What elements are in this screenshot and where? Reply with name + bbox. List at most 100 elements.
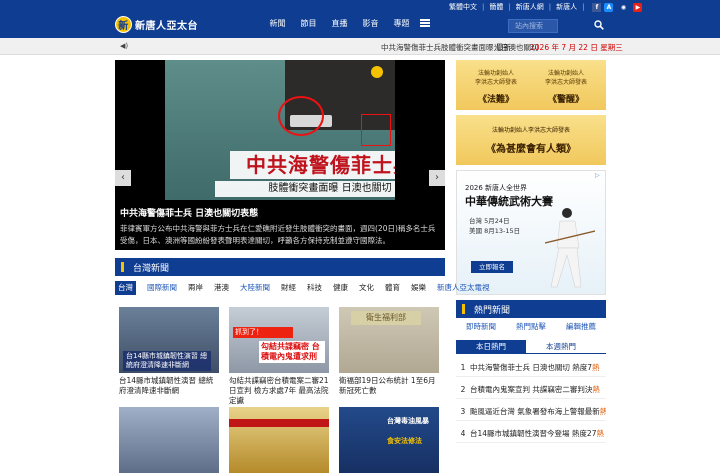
ranked-news-item[interactable]: 4 台14縣市城鎮韌性演習今登場 熱度27熱 bbox=[456, 425, 606, 443]
tab-ntd-asia-pacific[interactable]: 新唐人亞太電視 bbox=[437, 281, 490, 295]
ranked-news-item[interactable]: 3 颱風逼近台灣 氣象署發布海上警報最新熱 bbox=[456, 403, 606, 421]
slide-sub-headline: 肢體衝突畫面曝 日澳也關切 bbox=[215, 181, 395, 197]
tab-week-hot[interactable]: 本週熱門 bbox=[526, 340, 596, 354]
section-marker bbox=[462, 304, 465, 314]
adchoices-icon[interactable]: ▷ bbox=[595, 172, 600, 179]
ad3-line4: 美國 8月13-15日 bbox=[469, 227, 521, 235]
hot-news-subnav: 即時新聞 熱門點擊 編輯推薦 bbox=[456, 321, 606, 332]
tab-entertainment[interactable]: 娛樂 bbox=[411, 281, 426, 295]
tab-international[interactable]: 國際新聞 bbox=[147, 281, 177, 295]
news-card[interactable] bbox=[119, 407, 219, 473]
nav-item-programs[interactable]: 節目 bbox=[293, 18, 324, 29]
rank-title[interactable]: 中共海警傷菲士兵 日澳也關切 熱度7熱 bbox=[470, 362, 600, 373]
section-marker bbox=[121, 262, 124, 272]
hot-sub-link-2[interactable]: 熱門點擊 bbox=[516, 321, 546, 332]
ad1-title-left: 《法難》 bbox=[477, 95, 514, 105]
topbar-link-4[interactable]: 新唐人 bbox=[556, 2, 577, 12]
hot-badge: 熱 bbox=[596, 429, 604, 438]
news-thumbnail[interactable]: 台14縣市城鎮韌性演習 總統府澄清降速非斷網 bbox=[119, 307, 219, 373]
headline-slider[interactable]: 中共海警傷菲士兵 肢體衝突畫面曝 日澳也關切 ‹ › 中共海警傷菲士兵 日澳也關… bbox=[115, 60, 445, 250]
register-button[interactable]: 立即報名 bbox=[471, 261, 513, 273]
rank-title[interactable]: 台14縣市城鎮韌性演習今登場 熱度27熱 bbox=[470, 428, 604, 439]
news-thumbnail[interactable]: 抓到了！ 勾結共諜竊密 台積電內鬼遭求刑 bbox=[229, 307, 329, 373]
ad3-line3: 台灣 5月24日 bbox=[469, 217, 510, 225]
main-nav: 新聞 節目 直播 影音 專題 bbox=[262, 18, 417, 29]
news-caption[interactable]: 台14縣市城鎮韌性演習 總統府澄清降速非斷網 bbox=[119, 376, 219, 396]
topbar-link-1[interactable]: 繁體中文 bbox=[449, 2, 477, 12]
search-icon[interactable] bbox=[594, 20, 604, 30]
next-slide-button[interactable]: › bbox=[429, 170, 445, 186]
tab-sports[interactable]: 體育 bbox=[385, 281, 400, 295]
news-caption[interactable]: 衛福部19日公布統計 1至6月新冠死亡數 bbox=[339, 376, 439, 396]
nav-item-news[interactable]: 新聞 bbox=[262, 18, 293, 29]
top-utility-bar: 繁體中文 | 簡體 | 新唐人網 | 新唐人 | f A ◉ ▶ bbox=[449, 2, 643, 12]
ad-banner-books[interactable]: 法輪功創始人 李洪志大師發表 《法難》 法輪功創始人 李洪志大師發表 《警醒》 bbox=[456, 60, 606, 110]
topbar-link-2[interactable]: 簡體 bbox=[489, 2, 503, 12]
ad-martial-arts[interactable]: ▷ 2026 新唐人全世界 中華傳統武術大賽 台灣 5月24日 美國 8月13-… bbox=[456, 170, 606, 295]
tab-tech[interactable]: 科技 bbox=[307, 281, 322, 295]
ticker-headline[interactable]: 中共海警傷菲士兵肢體衝突畫面曝光日澳也關切 bbox=[381, 42, 539, 53]
topbar-link-3[interactable]: 新唐人網 bbox=[516, 2, 544, 12]
weibo-icon[interactable]: ◉ bbox=[616, 3, 630, 12]
rank-title[interactable]: 台積電內鬼案宣判 共諜竊密二審判決熱 bbox=[470, 384, 600, 395]
topbar-separator: | bbox=[508, 3, 511, 11]
news-card[interactable]: 衛生福利部 衛福部19日公布統計 1至6月新冠死亡數 bbox=[339, 307, 439, 396]
tab-china[interactable]: 大陸新聞 bbox=[240, 281, 270, 295]
hot-news-tabs: 本日熱門 本週熱門 bbox=[456, 340, 606, 354]
hot-badge: 熱 bbox=[599, 407, 606, 416]
ad-banner-article[interactable]: 法輪功創始人李洪志大師發表 《為甚麼會有人類》 bbox=[456, 115, 606, 165]
site-logo[interactable]: 新 新唐人亞太台 bbox=[115, 13, 198, 35]
slide-description: 菲律賓軍方公布中共海警與菲方士兵在仁愛礁附近發生肢體衝突的畫面，週四(20日)稱… bbox=[120, 224, 436, 245]
news-ticker: ◀) 中共海警傷菲士兵肢體衝突畫面曝光日澳也關切 最新 2026 年 7 月 2… bbox=[0, 38, 720, 55]
ad1-title-right: 《警醒》 bbox=[547, 95, 584, 105]
rank-number: 4 bbox=[460, 429, 466, 438]
topbar-separator: | bbox=[548, 3, 552, 11]
ntd-logo-icon bbox=[371, 66, 383, 78]
tab-cross-strait[interactable]: 兩岸 bbox=[188, 281, 203, 295]
tab-culture[interactable]: 文化 bbox=[359, 281, 374, 295]
ranked-news-item[interactable]: 2 台積電內鬼案宣判 共諜竊密二審判決熱 bbox=[456, 381, 606, 399]
facebook-icon[interactable]: f bbox=[592, 2, 602, 12]
nav-item-video[interactable]: 影音 bbox=[355, 18, 386, 29]
news-thumbnail[interactable]: 台灣毒油風暴 食安法修法 bbox=[339, 407, 439, 473]
ad1-column-left: 法輪功創始人 李洪志大師發表 《法難》 bbox=[466, 68, 526, 105]
hot-sub-link-1[interactable]: 即時新聞 bbox=[466, 321, 496, 332]
speaker-icon[interactable]: ◀) bbox=[120, 42, 128, 50]
hot-sub-link-3[interactable]: 編輯推薦 bbox=[566, 321, 596, 332]
ad1-column-right: 法輪功創始人 李洪志大師發表 《警醒》 bbox=[536, 68, 596, 105]
tab-finance[interactable]: 財經 bbox=[281, 281, 296, 295]
tab-today-hot[interactable]: 本日熱門 bbox=[456, 340, 526, 354]
ranked-news-item[interactable]: 1 中共海警傷菲士兵 日澳也關切 熱度7熱 bbox=[456, 359, 606, 377]
prev-slide-button[interactable]: ‹ bbox=[115, 170, 131, 186]
news-card[interactable]: 台灣毒油風暴 食安法修法 bbox=[339, 407, 439, 473]
ad2-title: 《為甚麼會有人類》 bbox=[486, 144, 576, 155]
slide-title[interactable]: 中共海警傷菲士兵 日澳也關切表態 bbox=[120, 206, 258, 219]
thumbnail-tag: 抓到了！ bbox=[233, 327, 293, 338]
menu-icon[interactable] bbox=[420, 19, 430, 27]
news-thumbnail[interactable] bbox=[229, 407, 329, 473]
youtube-icon[interactable]: ▶ bbox=[633, 2, 643, 12]
search-input[interactable]: 站內搜索 bbox=[508, 19, 558, 33]
nav-item-topics[interactable]: 專題 bbox=[386, 18, 417, 29]
news-card[interactable]: 抓到了！ 勾結共諜竊密 台積電內鬼遭求刑 勾結共諜竊密台積電案二審21日宣判 檢… bbox=[229, 307, 329, 406]
tab-taiwan[interactable]: 台灣 bbox=[115, 281, 136, 295]
tab-hk-macau[interactable]: 港澳 bbox=[214, 281, 229, 295]
rank-title-text: 台14縣市城鎮韌性演習今登場 熱度27 bbox=[470, 429, 597, 438]
news-thumbnail[interactable]: 衛生福利部 bbox=[339, 307, 439, 373]
rank-title-text: 中共海警傷菲士兵 日澳也關切 熱度7 bbox=[470, 363, 593, 372]
tab-health[interactable]: 健康 bbox=[333, 281, 348, 295]
rank-number: 1 bbox=[460, 363, 466, 372]
nav-item-live[interactable]: 直播 bbox=[324, 18, 355, 29]
app-store-icon[interactable]: A bbox=[604, 2, 614, 12]
news-card[interactable] bbox=[229, 407, 329, 473]
news-thumbnail[interactable] bbox=[119, 407, 219, 473]
news-card[interactable]: 台14縣市城鎮韌性演習 總統府澄清降速非斷網 台14縣市城鎮韌性演習 總統府澄清… bbox=[119, 307, 219, 396]
ad3-line2: 中華傳統武術大賽 bbox=[465, 195, 553, 208]
section-title: 台灣新聞 bbox=[133, 264, 170, 274]
rank-number: 3 bbox=[460, 407, 466, 416]
ad1-small-text: 李洪志大師發表 bbox=[544, 79, 587, 86]
rank-title[interactable]: 颱風逼近台灣 氣象署發布海上警報最新熱 bbox=[470, 406, 606, 417]
slide-image[interactable]: 中共海警傷菲士兵 肢體衝突畫面曝 日澳也關切 bbox=[165, 60, 395, 200]
thumbnail-banner bbox=[229, 419, 329, 427]
news-caption[interactable]: 勾結共諜竊密台積電案二審21日宣判 檢方求處7年 最高法院定讞 bbox=[229, 376, 329, 406]
